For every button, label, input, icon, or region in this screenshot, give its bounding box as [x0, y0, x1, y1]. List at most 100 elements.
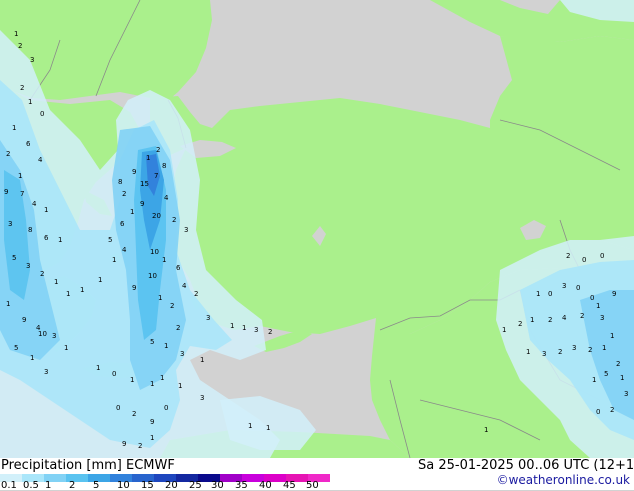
precip-value-label: 10 [148, 272, 157, 280]
precip-value-label: 3 [254, 326, 258, 334]
precip-value-label: 6 [176, 264, 181, 272]
precip-value-label: 9 [132, 168, 136, 176]
color-scale-tick-label: 0.5 [23, 480, 39, 491]
precip-value-label: 9 [4, 188, 8, 196]
precip-value-label: 1 [602, 344, 606, 352]
precip-value-label: 1 [484, 426, 488, 434]
precip-value-label: 4 [164, 194, 169, 202]
precip-value-label: 1 [130, 208, 134, 216]
precip-value-label: 3 [26, 262, 30, 270]
precip-value-label: 2 [610, 406, 614, 414]
precip-value-label: 1 [150, 434, 154, 442]
precip-value-label: 5 [14, 344, 18, 352]
precip-value-label: 0 [600, 252, 604, 260]
precip-value-label: 1 [18, 172, 22, 180]
precip-value-label: 9 [132, 284, 136, 292]
color-scale-tick-label: 2 [69, 480, 76, 491]
precip-value-label: 4 [562, 314, 567, 322]
precip-value-label: 1 [230, 322, 234, 330]
precip-value-label: 5 [108, 236, 112, 244]
precip-value-label: 0 [112, 370, 116, 378]
model-name: ECMWF [126, 458, 175, 473]
precip-value-label: 15 [140, 180, 149, 188]
color-scale-tick-label: 30 [211, 480, 224, 491]
precip-value-label: 1 [6, 300, 10, 308]
precip-value-label: 1 [158, 294, 162, 302]
precip-value-label: 3 [44, 368, 48, 376]
precip-value-label: 1 [530, 316, 534, 324]
precip-value-label: 9 [612, 290, 616, 298]
valid-time: Sa 25-01-2025 00..06 UTC (12+162) [418, 458, 634, 473]
precip-value-label: 5 [150, 338, 154, 346]
precip-value-label: 9 [122, 440, 126, 448]
precip-value-label: 1 [536, 290, 540, 298]
precip-value-label: 2 [138, 442, 142, 450]
precip-value-label: 1 [526, 348, 530, 356]
precip-value-label: 2 [172, 216, 176, 224]
precip-value-label: 1 [80, 286, 84, 294]
color-scale-tick-label: 35 [235, 480, 248, 491]
precip-value-label: 1 [162, 256, 166, 264]
color-scale-tick-label: 0.1 [1, 480, 17, 491]
precip-value-label: 10 [150, 248, 159, 256]
precip-value-label: 3 [184, 226, 188, 234]
precip-value-label: 2 [40, 270, 44, 278]
precip-value-label: 3 [562, 282, 566, 290]
precip-value-label: 0 [576, 284, 580, 292]
precip-value-label: 2 [580, 312, 584, 320]
precip-value-label: 3 [542, 350, 546, 358]
precip-value-label: 3 [8, 220, 12, 228]
precip-value-label: 2 [518, 320, 522, 328]
precip-value-label: 3 [30, 56, 34, 64]
precip-value-label: 2 [176, 324, 180, 332]
precip-value-label: 3 [624, 390, 628, 398]
precip-value-label: 1 [596, 302, 600, 310]
precip-value-label: 6 [120, 220, 125, 228]
precip-value-label: 1 [28, 98, 32, 106]
precip-value-label: 1 [266, 424, 270, 432]
precip-value-label: 0 [116, 404, 120, 412]
legend-title: Precipitation [mm] ECMWF [1, 458, 175, 473]
color-scale-tick-label: 5 [93, 480, 100, 491]
precip-value-label: 2 [156, 146, 160, 154]
precip-value-label: 2 [6, 150, 10, 158]
precip-value-label: 8 [118, 178, 122, 186]
precip-value-label: 1 [150, 380, 154, 388]
precip-value-label: 3 [180, 350, 184, 358]
precip-value-label: 1 [44, 206, 48, 214]
precip-value-label: 2 [566, 252, 570, 260]
precip-value-label: 1 [620, 374, 624, 382]
precip-value-label: 6 [26, 140, 31, 148]
color-scale-tick-label: 10 [117, 480, 130, 491]
precip-value-label: 1 [502, 326, 506, 334]
precip-value-label: 1 [96, 364, 100, 372]
precip-value-label: 1 [130, 376, 134, 384]
precip-value-label: 2 [132, 410, 136, 418]
precip-value-label: 0 [596, 408, 600, 416]
precip-value-label: 2 [18, 42, 22, 50]
precip-value-label: 0 [548, 290, 552, 298]
precip-value-label: 1 [248, 422, 252, 430]
precip-value-label: 2 [268, 328, 272, 336]
precip-value-label: 2 [588, 346, 592, 354]
precip-value-label: 5 [604, 370, 608, 378]
precip-value-label: 3 [206, 314, 210, 322]
precip-value-label: 1 [112, 256, 116, 264]
precip-value-label: 0 [582, 256, 586, 264]
precip-value-label: 2 [558, 348, 562, 356]
precip-value-label: 7 [20, 190, 24, 198]
precip-value-label: 10 [38, 330, 47, 338]
precip-value-label: 4 [182, 282, 187, 290]
precip-value-label: 2 [122, 190, 126, 198]
precip-value-label: 1 [610, 332, 614, 340]
precip-value-label: 9 [22, 316, 26, 324]
precip-value-label: 2 [20, 84, 24, 92]
precip-value-label: 2 [194, 290, 198, 298]
precip-value-label: 4 [122, 246, 127, 254]
credit-link[interactable]: ©weatheronline.co.uk [497, 473, 630, 487]
precip-value-label: 9 [140, 200, 144, 208]
title-text: Precipitation [mm] [1, 458, 122, 473]
precip-value-label: 7 [154, 172, 158, 180]
color-scale-tick-label: 1 [45, 480, 52, 491]
precip-value-label: 9 [150, 418, 154, 426]
